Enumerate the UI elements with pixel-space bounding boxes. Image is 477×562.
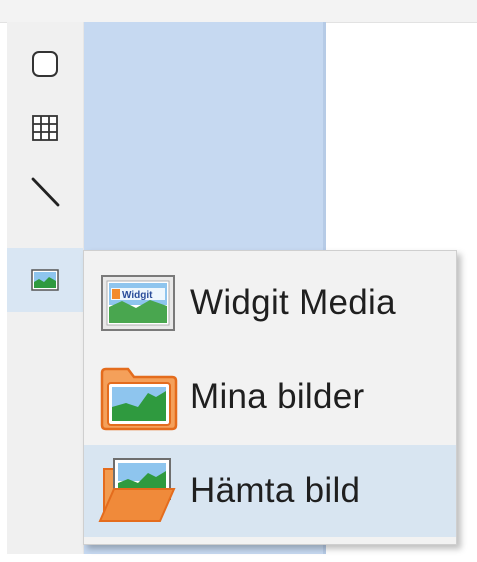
bottom-strip: [0, 554, 477, 562]
image-tool-button[interactable]: [7, 248, 83, 312]
line-tool-button[interactable]: [7, 160, 83, 224]
picture-folder-icon: [98, 363, 178, 431]
rounded-square-icon: [32, 51, 58, 77]
grid-icon: [32, 115, 58, 141]
menu-item-widgit-media[interactable]: Widgit Widgit Media: [84, 257, 456, 349]
picture-icon: [31, 269, 59, 291]
menu-item-label-mina-bilder: Mina bilder: [190, 377, 365, 416]
open-picture-folder-icon: [98, 457, 178, 525]
menu-item-label-widgit-media: Widgit Media: [190, 283, 396, 322]
menu-item-hamta-bild[interactable]: Hämta bild: [84, 445, 456, 537]
menu-item-mina-bilder[interactable]: Mina bilder: [84, 351, 456, 443]
table-tool-button[interactable]: [7, 96, 83, 160]
top-bar: [0, 0, 477, 23]
widgit-media-icon: Widgit: [98, 269, 178, 337]
rounded-rectangle-tool-button[interactable]: [7, 32, 83, 96]
left-toolbar: [7, 22, 84, 554]
menu-item-label-hamta-bild: Hämta bild: [190, 471, 361, 510]
widgit-logo-text: Widgit: [122, 290, 153, 301]
image-source-menu: Widgit Widgit Media Mina bilder Hämta bi…: [83, 250, 457, 545]
diagonal-line-icon: [31, 177, 60, 207]
